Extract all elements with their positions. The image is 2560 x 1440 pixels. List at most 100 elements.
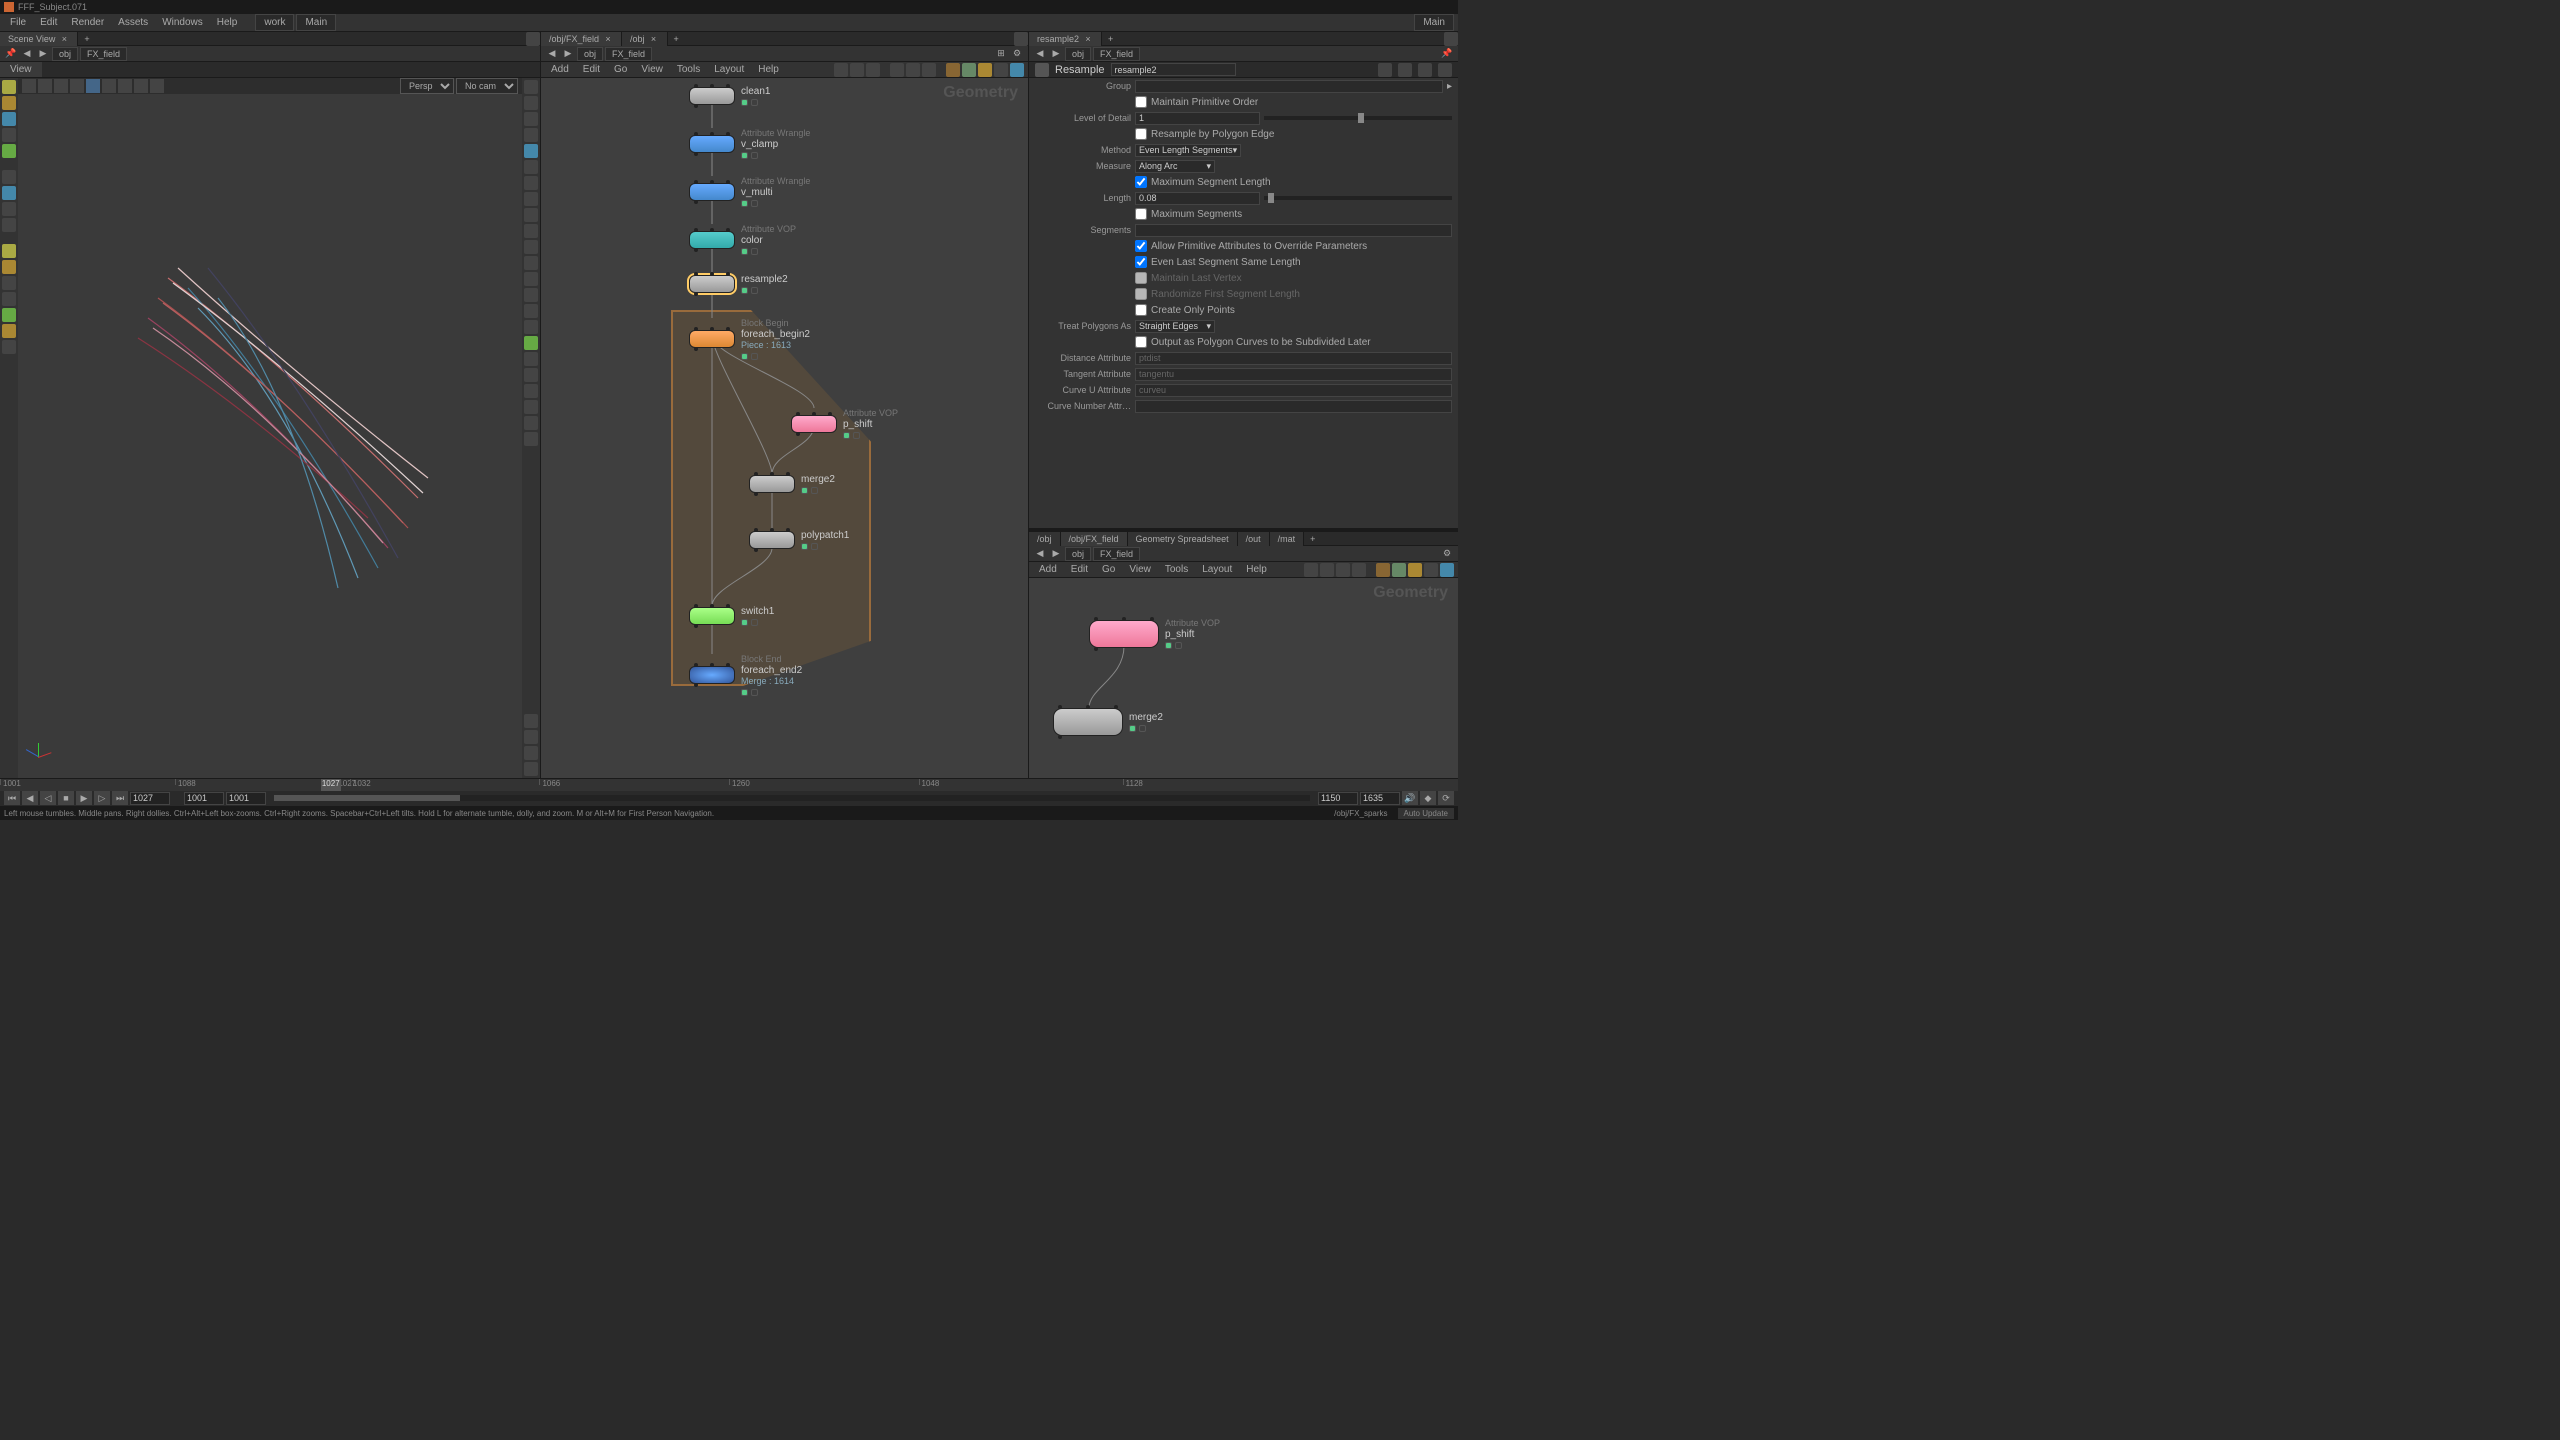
display-icon[interactable] — [524, 128, 538, 142]
audio-icon[interactable]: 🔊 — [1402, 791, 1418, 805]
tool-icon[interactable] — [2, 276, 16, 290]
tab-geomspread[interactable]: Geometry Spreadsheet — [1128, 532, 1238, 546]
path-fxfield[interactable]: FX_field — [605, 47, 652, 61]
tool-icon[interactable] — [2, 340, 16, 354]
menu-windows[interactable]: Windows — [156, 15, 209, 30]
net-toolbar-icon[interactable] — [1320, 563, 1334, 577]
tool-icon[interactable] — [2, 244, 16, 258]
node-switch1[interactable]: switch1 — [689, 606, 774, 626]
display-icon[interactable] — [524, 256, 538, 270]
gear-icon[interactable] — [1378, 63, 1392, 77]
param-input[interactable] — [1135, 80, 1443, 93]
path-fxfield[interactable]: FX_field — [80, 47, 127, 61]
display-icon[interactable] — [524, 224, 538, 238]
viewport[interactable]: Persp No cam — [0, 78, 540, 778]
range-start-field[interactable] — [184, 792, 224, 805]
fwd-icon[interactable]: ▶ — [36, 47, 50, 61]
op-name-field[interactable] — [1111, 63, 1236, 76]
net-toolbar-icon[interactable] — [978, 63, 992, 77]
range-end-field[interactable] — [226, 792, 266, 805]
tool-icon[interactable] — [2, 128, 16, 142]
net-toolbar-icon[interactable] — [1440, 563, 1454, 577]
display-icon[interactable] — [524, 432, 538, 446]
search-icon[interactable] — [1418, 63, 1432, 77]
gear-icon[interactable]: ⚙ — [1440, 547, 1454, 561]
add-tab-button[interactable]: + — [1304, 532, 1321, 546]
help-icon[interactable] — [1398, 63, 1412, 77]
tab-objfxfield2[interactable]: /obj/FX_field — [1061, 532, 1128, 546]
goto-end-button[interactable]: ⏭ — [112, 791, 128, 805]
node-merge2b[interactable]: merge2 — [1053, 708, 1163, 736]
display-icon[interactable] — [524, 144, 538, 158]
vp-icon[interactable] — [102, 79, 116, 93]
nm-view[interactable]: View — [1123, 562, 1157, 577]
node-polypatch1[interactable]: polypatch1 — [749, 530, 849, 550]
nm-help[interactable]: Help — [1240, 562, 1273, 577]
tab-resample2[interactable]: resample2× — [1029, 32, 1102, 46]
display-icon[interactable] — [524, 714, 538, 728]
viewport-canvas[interactable]: Persp No cam — [18, 78, 522, 778]
pane-menu-icon[interactable] — [1444, 32, 1458, 46]
param-dropdown[interactable]: Even Length Segments▾ — [1135, 144, 1241, 157]
display-icon[interactable] — [524, 176, 538, 190]
net-toolbar-icon[interactable] — [1304, 563, 1318, 577]
pin-icon[interactable]: 📌 — [4, 47, 18, 61]
camera-icon[interactable] — [150, 79, 164, 93]
display-icon[interactable] — [524, 320, 538, 334]
nm-edit[interactable]: Edit — [577, 62, 606, 77]
goto-start-button[interactable]: ⏮ — [4, 791, 20, 805]
desktop-work[interactable]: work — [255, 14, 294, 31]
nm-tools[interactable]: Tools — [671, 62, 706, 77]
path-fxfield[interactable]: FX_field — [1093, 547, 1140, 561]
nm-add[interactable]: Add — [1033, 562, 1063, 577]
nm-add[interactable]: Add — [545, 62, 575, 77]
fwd-icon[interactable]: ▶ — [561, 47, 575, 61]
lock-icon[interactable] — [2, 186, 16, 200]
vp-icon[interactable] — [118, 79, 132, 93]
tool-icon[interactable] — [2, 260, 16, 274]
param-slider[interactable] — [1264, 196, 1452, 200]
net-toolbar-icon[interactable] — [946, 63, 960, 77]
net-toolbar-icon[interactable] — [1336, 563, 1350, 577]
nm-view[interactable]: View — [635, 62, 669, 77]
param-dropdown[interactable]: Along Arc▾ — [1135, 160, 1215, 173]
path-obj[interactable]: obj — [52, 47, 78, 61]
info-icon[interactable] — [1438, 63, 1452, 77]
vp-icon[interactable] — [54, 79, 68, 93]
pane-menu-icon[interactable] — [526, 32, 540, 46]
add-tab-button[interactable]: + — [1102, 32, 1119, 46]
menu-edit[interactable]: Edit — [34, 15, 63, 30]
net-toolbar-icon[interactable] — [890, 63, 904, 77]
tab-mat[interactable]: /mat — [1270, 532, 1305, 546]
node-resample2[interactable]: resample2 — [689, 274, 788, 294]
display-icon[interactable] — [524, 304, 538, 318]
timeline-cursor[interactable]: 1027 — [321, 779, 341, 791]
display-icon[interactable] — [524, 240, 538, 254]
param-checkbox[interactable] — [1135, 176, 1147, 188]
param-checkbox[interactable] — [1135, 240, 1147, 252]
node-color[interactable]: Attribute VOPcolor — [689, 224, 796, 255]
param-checkbox[interactable] — [1135, 96, 1147, 108]
net-toolbar-icon[interactable] — [834, 63, 848, 77]
fwd-icon[interactable]: ▶ — [1049, 547, 1063, 561]
tab-out[interactable]: /out — [1238, 532, 1270, 546]
close-icon[interactable]: × — [59, 34, 69, 44]
path-fxfield[interactable]: FX_field — [1093, 47, 1140, 61]
tool-icon[interactable] — [2, 112, 16, 126]
vp-icon[interactable] — [70, 79, 84, 93]
tool-icon[interactable] — [2, 80, 16, 94]
display-icon[interactable] — [524, 368, 538, 382]
play-button[interactable]: ▶ — [76, 791, 92, 805]
display-icon[interactable] — [524, 416, 538, 430]
current-frame-field[interactable] — [130, 792, 170, 805]
net-toolbar-icon[interactable] — [1408, 563, 1422, 577]
net-toolbar-icon[interactable] — [850, 63, 864, 77]
net-toolbar-icon[interactable] — [1010, 63, 1024, 77]
param-checkbox[interactable] — [1135, 256, 1147, 268]
display-icon[interactable] — [524, 160, 538, 174]
net-toolbar-icon[interactable] — [994, 63, 1008, 77]
tab-objfxfield[interactable]: /obj/FX_field× — [541, 32, 622, 46]
chevron-right-icon[interactable]: ▸ — [1447, 81, 1452, 92]
pane-menu-icon[interactable] — [1014, 32, 1028, 46]
network1-graph[interactable]: Geometry clean1Attribute Wranglev_clampA… — [541, 78, 1028, 778]
